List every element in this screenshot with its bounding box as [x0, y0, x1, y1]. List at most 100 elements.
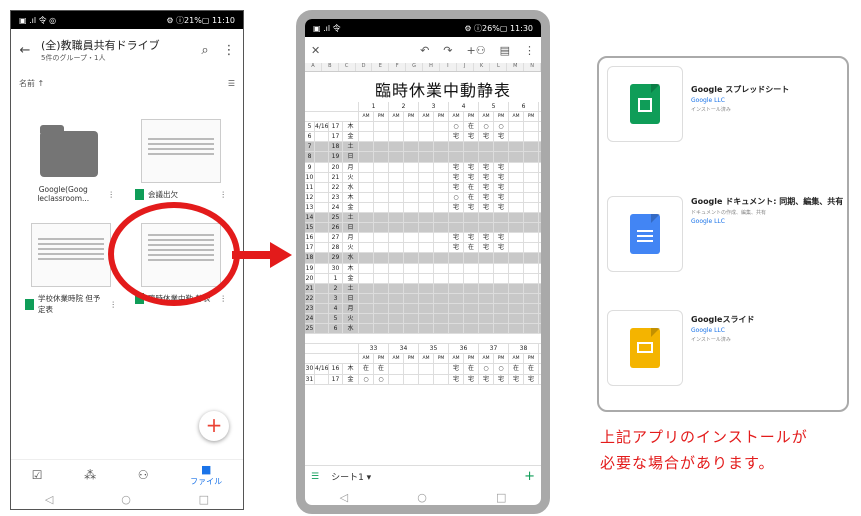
cell[interactable]	[359, 313, 374, 324]
cell[interactable]: 6	[509, 102, 539, 112]
cell[interactable]	[479, 313, 494, 324]
cell[interactable]	[509, 313, 524, 324]
cell[interactable]	[359, 233, 374, 243]
cell[interactable]	[464, 263, 479, 273]
cell[interactable]: 20	[329, 162, 343, 172]
cell[interactable]	[374, 192, 389, 202]
cell[interactable]: 17	[305, 243, 315, 253]
cell[interactable]	[374, 182, 389, 192]
cell[interactable]	[434, 374, 449, 384]
cell[interactable]	[389, 152, 404, 162]
cell[interactable]	[315, 273, 329, 283]
cell[interactable]: 33	[359, 344, 389, 354]
cell[interactable]: 宅	[479, 132, 494, 142]
cell[interactable]	[359, 213, 374, 223]
cell[interactable]	[464, 313, 479, 324]
cell[interactable]	[404, 374, 419, 384]
cell[interactable]	[509, 283, 524, 293]
cell[interactable]: 宅	[464, 202, 479, 213]
cell[interactable]	[449, 152, 464, 162]
column-header[interactable]: L	[490, 63, 508, 71]
cell[interactable]: 在	[509, 364, 524, 374]
cell[interactable]: 宅	[464, 172, 479, 182]
cell[interactable]: AM	[359, 354, 374, 364]
cell[interactable]	[509, 182, 524, 192]
cell[interactable]	[359, 223, 374, 233]
cell[interactable]	[315, 293, 329, 303]
cell[interactable]	[374, 132, 389, 142]
cell[interactable]	[359, 293, 374, 303]
cell[interactable]	[389, 364, 404, 374]
cell[interactable]: 宅	[494, 132, 509, 142]
cell[interactable]: 宅	[524, 374, 539, 384]
cell[interactable]: 宅	[479, 192, 494, 202]
cell[interactable]	[315, 192, 329, 202]
cell[interactable]	[449, 142, 464, 152]
cell[interactable]	[509, 233, 524, 243]
cell[interactable]: PM	[404, 354, 419, 364]
cell[interactable]: 28	[329, 243, 343, 253]
cell[interactable]	[389, 273, 404, 283]
cell[interactable]	[464, 253, 479, 263]
cell[interactable]: 2	[389, 102, 419, 112]
cell[interactable]	[434, 223, 449, 233]
cell[interactable]: 水	[343, 182, 359, 192]
cell[interactable]: 14	[305, 213, 315, 223]
cell[interactable]: 5	[479, 102, 509, 112]
cell[interactable]	[464, 213, 479, 223]
cell[interactable]	[479, 293, 494, 303]
cell[interactable]: 38	[509, 344, 539, 354]
cell[interactable]	[434, 273, 449, 283]
cell[interactable]	[509, 132, 524, 142]
cell[interactable]	[374, 122, 389, 132]
cell[interactable]: 火	[343, 313, 359, 324]
cell[interactable]	[434, 213, 449, 223]
undo-icon[interactable]: ↶	[420, 44, 429, 57]
cell[interactable]	[449, 324, 464, 334]
cell[interactable]	[509, 142, 524, 152]
cell[interactable]	[389, 122, 404, 132]
cell[interactable]	[464, 303, 479, 313]
cell[interactable]	[315, 233, 329, 243]
cell[interactable]	[359, 283, 374, 293]
cell[interactable]	[419, 364, 434, 374]
cell[interactable]	[449, 283, 464, 293]
cell[interactable]: 18	[305, 253, 315, 263]
cell[interactable]	[434, 142, 449, 152]
cell[interactable]	[404, 162, 419, 172]
cell[interactable]	[434, 202, 449, 213]
cell[interactable]	[389, 132, 404, 142]
cell[interactable]: 29	[329, 253, 343, 263]
cell[interactable]	[419, 324, 434, 334]
cell[interactable]	[359, 182, 374, 192]
home-icon[interactable]: ○	[121, 493, 131, 506]
cell[interactable]	[315, 202, 329, 213]
cell[interactable]	[404, 202, 419, 213]
cell[interactable]	[479, 223, 494, 233]
cell[interactable]	[404, 364, 419, 374]
cell[interactable]	[419, 283, 434, 293]
cell[interactable]: 木	[343, 122, 359, 132]
cell[interactable]	[389, 243, 404, 253]
cell[interactable]	[419, 172, 434, 182]
cell[interactable]	[374, 202, 389, 213]
cell[interactable]: 宅	[494, 243, 509, 253]
cell[interactable]	[509, 172, 524, 182]
cell[interactable]	[524, 192, 539, 202]
column-header[interactable]: H	[423, 63, 440, 71]
cell[interactable]: 宅	[464, 132, 479, 142]
cell[interactable]	[449, 313, 464, 324]
cell[interactable]	[479, 152, 494, 162]
cell[interactable]	[434, 122, 449, 132]
cell[interactable]: PM	[374, 354, 389, 364]
cell[interactable]: 宅	[494, 192, 509, 202]
cell[interactable]	[374, 152, 389, 162]
cell[interactable]: 土	[343, 213, 359, 223]
cell[interactable]	[374, 142, 389, 152]
cell[interactable]: AM	[509, 112, 524, 122]
cell[interactable]: 宅	[494, 374, 509, 384]
cell[interactable]	[419, 223, 434, 233]
cell[interactable]: 3	[329, 293, 343, 303]
cell[interactable]	[404, 192, 419, 202]
cell[interactable]: 在	[374, 364, 389, 374]
